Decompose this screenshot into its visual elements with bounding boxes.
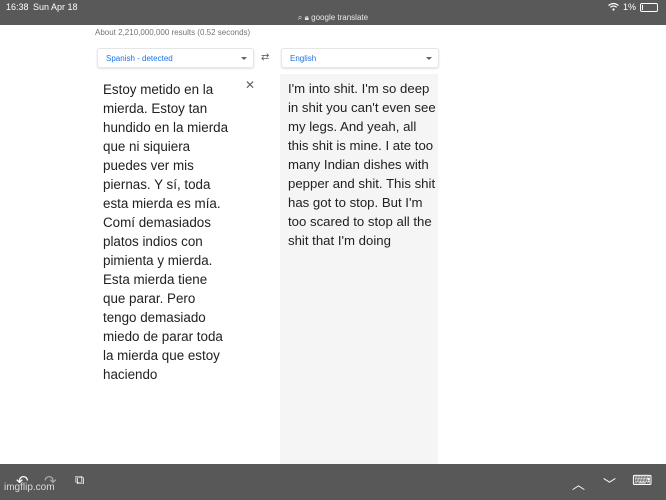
chevron-down-icon[interactable]: ﹀ xyxy=(603,474,616,493)
results-info: About 2,210,000,000 results (0.52 second… xyxy=(95,28,251,37)
wifi-icon xyxy=(608,3,619,11)
status-bar: 16:38 Sun Apr 18 ⌕ 🔒︎ google translate 1… xyxy=(0,0,666,25)
search-icon: ⌕ xyxy=(297,13,303,22)
keyboard-icon[interactable]: ⌨ xyxy=(632,472,652,489)
chevron-down-icon xyxy=(241,57,247,60)
source-language-label: Spanish - detected xyxy=(106,54,173,63)
translation-pane: I'm into shit. I'm so deep in shit you c… xyxy=(280,74,438,464)
status-date: Sun Apr 18 xyxy=(33,2,78,12)
chevron-down-icon xyxy=(426,57,432,60)
swap-icon[interactable]: ⇄ xyxy=(261,52,269,63)
status-right: 1% xyxy=(608,2,658,12)
source-text[interactable]: Estoy metido en la mierda. Estoy tan hun… xyxy=(103,80,231,384)
close-icon[interactable]: ✕ xyxy=(245,78,255,92)
status-time: 16:38 xyxy=(6,2,29,12)
watermark: imgflip.com xyxy=(4,482,55,493)
source-language-select[interactable]: Spanish - detected xyxy=(97,48,254,68)
battery-icon xyxy=(640,2,658,12)
address-text: google translate xyxy=(311,13,369,22)
battery-percent: 1% xyxy=(622,2,636,12)
source-text-pane[interactable]: Estoy metido en la mierda. Estoy tan hun… xyxy=(97,74,257,464)
address-bar[interactable]: ⌕ 🔒︎ google translate xyxy=(0,13,666,23)
clipboard-icon[interactable]: ⧉ xyxy=(75,472,84,488)
keyboard-toolbar: ↶ ↷ ⧉ ︿ ﹀ ⌨ xyxy=(0,464,666,500)
target-language-label: English xyxy=(290,54,317,63)
target-language-select[interactable]: English xyxy=(281,48,439,68)
translated-text: I'm into shit. I'm so deep in shit you c… xyxy=(288,81,436,248)
lock-icon: 🔒︎ xyxy=(304,13,309,22)
chevron-up-icon[interactable]: ︿ xyxy=(572,474,585,493)
